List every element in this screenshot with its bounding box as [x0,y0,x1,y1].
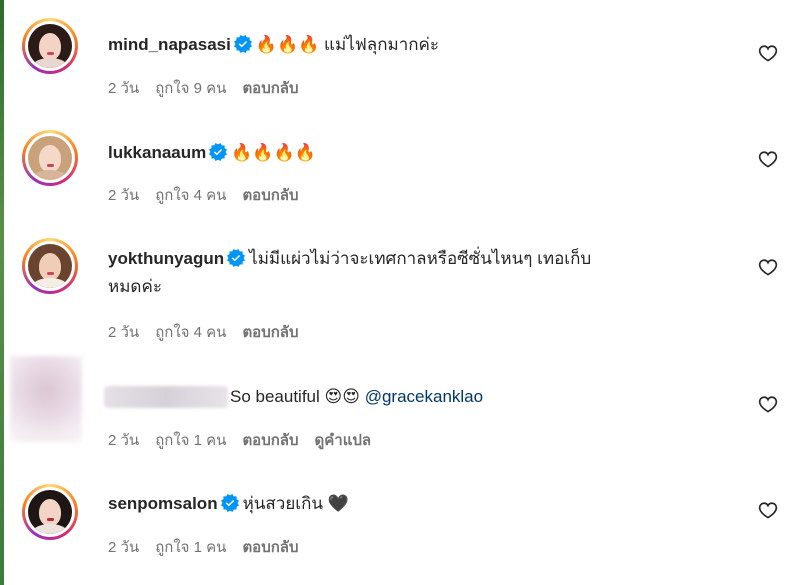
left-edge-strip [0,0,4,585]
comment-time[interactable]: 2 วัน [108,539,139,556]
comment-username[interactable]: yokthunyagun [108,249,224,268]
avatar[interactable] [22,18,78,74]
comment-username[interactable]: mind_napasasi [108,35,231,54]
reply-button[interactable]: ตอบกลับ [242,432,298,449]
heart-outline-icon[interactable] [758,257,778,277]
comment-text-line2: หมดค่ะ [108,277,162,296]
avatar[interactable] [22,130,78,186]
heart-outline-icon[interactable] [758,394,778,414]
comment-text: So beautiful 😍😍 [230,387,360,406]
see-translation-button[interactable]: ดูคำแปล [315,432,372,449]
heart-outline-icon[interactable] [758,500,778,520]
heart-outline-icon[interactable] [758,43,778,63]
comment-time[interactable]: 2 วัน [108,432,139,449]
avatar[interactable] [22,238,78,294]
comment-time[interactable]: 2 วัน [108,324,139,341]
verified-badge-icon [220,494,239,512]
comment-time[interactable]: 2 วัน [108,80,139,97]
comment-likes[interactable]: ถูกใจ 4 คน [155,187,226,204]
comment-likes[interactable]: ถูกใจ 1 คน [155,432,226,449]
reply-button[interactable]: ตอบกลับ [242,324,298,341]
reply-button[interactable]: ตอบกลับ [242,187,298,204]
avatar[interactable] [22,484,78,540]
verified-badge-icon [227,249,246,267]
reply-button[interactable]: ตอบกลับ [242,539,298,556]
comment-time[interactable]: 2 วัน [108,187,139,204]
mention-link[interactable]: @gracekanklao [365,387,483,406]
blurred-avatar [10,356,82,442]
comment-likes[interactable]: ถูกใจ 4 คน [155,324,226,341]
verified-badge-icon [209,143,228,161]
verified-badge-icon [233,35,252,53]
comment-username[interactable]: lukkanaaum [108,143,206,162]
comment-text-line1: ไม่มีแผ่วไม่ว่าจะเทศกาลหรือซีซั่นไหนๆ เท… [249,249,592,268]
blurred-username [104,386,228,408]
comment-text: 🔥🔥🔥🔥 [231,143,316,162]
comment-username[interactable]: senpomsalon [108,494,218,513]
comment-likes[interactable]: ถูกใจ 1 คน [155,539,226,556]
comment-likes[interactable]: ถูกใจ 9 คน [155,80,226,97]
comment-text: 🔥🔥🔥 แม่ไฟลุกมากค่ะ [255,35,440,54]
comment-text: หุ่นสวยเกิน 🖤 [242,494,349,513]
reply-button[interactable]: ตอบกลับ [242,80,298,97]
heart-outline-icon[interactable] [758,149,778,169]
